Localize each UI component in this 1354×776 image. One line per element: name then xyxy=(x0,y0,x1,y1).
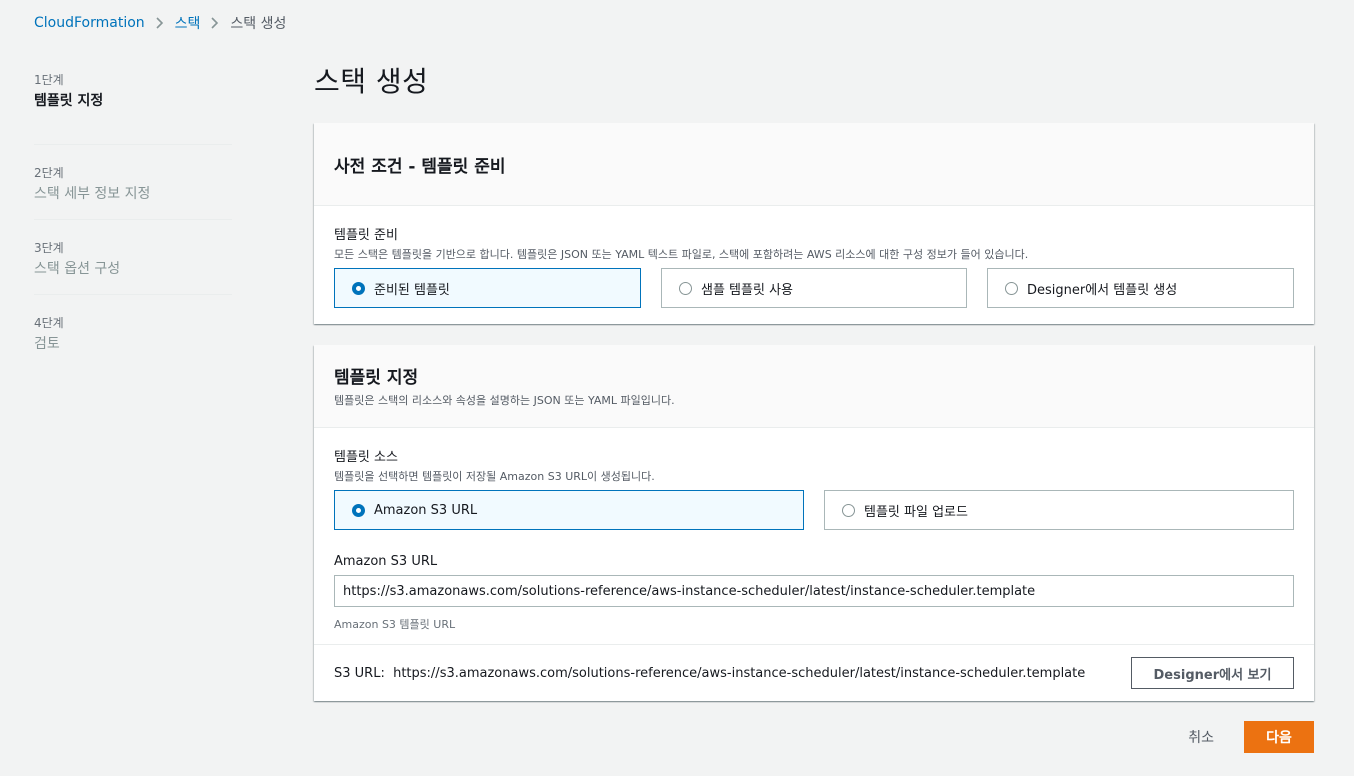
option-template-ready[interactable]: 준비된 템플릿 xyxy=(334,268,641,308)
s3-url-label: S3 URL: xyxy=(334,665,385,681)
step-title: 스택 옵션 구성 xyxy=(34,261,121,277)
option-label: 템플릿 파일 업로드 xyxy=(864,504,968,520)
radio-selected-icon[interactable] xyxy=(352,503,365,517)
step-title: 검토 xyxy=(34,336,60,352)
option-sample-template[interactable]: 샘플 템플릿 사용 xyxy=(661,268,967,308)
panel-title: 템플릿 지정 xyxy=(334,368,419,388)
view-in-designer-button[interactable]: Designer에서 보기 xyxy=(1131,657,1294,689)
chevron-right-icon xyxy=(211,17,219,29)
wizard-actions: 취소 다음 xyxy=(1188,721,1314,753)
wizard-step-3: 3단계 스택 옵션 구성 xyxy=(34,220,232,295)
s3-url-input[interactable]: https://s3.amazonaws.com/solutions-refer… xyxy=(334,575,1294,607)
s3-url-value: https://s3.amazonaws.com/solutions-refer… xyxy=(393,665,1086,681)
breadcrumb-cloudformation[interactable]: CloudFormation xyxy=(34,15,145,31)
option-amazon-s3-url[interactable]: Amazon S3 URL xyxy=(334,490,804,530)
panel-header: 템플릿 지정 템플릿은 스택의 리소스와 속성을 설명하는 JSON 또는 YA… xyxy=(314,345,1314,428)
s3-url-text: S3 URL: https://s3.amazonaws.com/solutio… xyxy=(334,666,1085,681)
field-label: 템플릿 소스 xyxy=(334,450,398,465)
chevron-right-icon xyxy=(156,17,164,29)
option-label: 샘플 템플릿 사용 xyxy=(701,282,793,298)
option-label: Designer에서 템플릿 생성 xyxy=(1027,282,1178,298)
option-label: 준비된 템플릿 xyxy=(374,282,450,298)
panel-title: 사전 조건 - 템플릿 준비 xyxy=(334,156,506,177)
step-title: 스택 세부 정보 지정 xyxy=(34,186,151,202)
field-label: 템플릿 준비 xyxy=(334,228,398,243)
wizard-step-1: 1단계 템플릿 지정 xyxy=(34,70,232,145)
step-number: 4단계 xyxy=(34,316,64,330)
wizard-steps: 1단계 템플릿 지정 2단계 스택 세부 정보 지정 3단계 스택 옵션 구성 … xyxy=(34,70,232,370)
page-title: 스택 생성 xyxy=(314,65,429,98)
prepare-template-options: 준비된 템플릿 샘플 템플릿 사용 Designer에서 템플릿 생성 xyxy=(334,268,1294,308)
option-designer-template[interactable]: Designer에서 템플릿 생성 xyxy=(987,268,1294,308)
radio-icon[interactable] xyxy=(679,281,692,295)
wizard-step-2: 2단계 스택 세부 정보 지정 xyxy=(34,145,232,220)
panel-description: 템플릿은 스택의 리소스와 속성을 설명하는 JSON 또는 YAML 파일입니… xyxy=(334,394,675,407)
s3-url-summary: S3 URL: https://s3.amazonaws.com/solutio… xyxy=(314,644,1314,701)
url-field-label: Amazon S3 URL xyxy=(334,554,438,569)
template-source-options: Amazon S3 URL 템플릿 파일 업로드 xyxy=(334,490,1294,530)
specify-template-panel: 템플릿 지정 템플릿은 스택의 리소스와 속성을 설명하는 JSON 또는 YA… xyxy=(314,345,1314,701)
step-number: 3단계 xyxy=(34,241,64,255)
prepare-template-field: 템플릿 준비 모든 스택은 템플릿을 기반으로 합니다. 템플릿은 JSON 또… xyxy=(314,206,1314,308)
step-title: 템플릿 지정 xyxy=(34,93,104,109)
breadcrumb: CloudFormation 스택 스택 생성 xyxy=(34,13,286,33)
field-description: 템플릿을 선택하면 템플릿이 저장될 Amazon S3 URL이 생성됩니다. xyxy=(334,470,655,483)
option-upload-template-file[interactable]: 템플릿 파일 업로드 xyxy=(824,490,1294,530)
step-number: 2단계 xyxy=(34,166,64,180)
radio-icon[interactable] xyxy=(842,503,855,517)
radio-icon[interactable] xyxy=(1005,281,1018,295)
wizard-step-4: 4단계 검토 xyxy=(34,295,232,370)
template-source-field: 템플릿 소스 템플릿을 선택하면 템플릿이 저장될 Amazon S3 URL이… xyxy=(314,428,1314,644)
breadcrumb-current: 스택 생성 xyxy=(230,16,287,32)
radio-selected-icon[interactable] xyxy=(352,281,365,295)
option-label: Amazon S3 URL xyxy=(374,502,478,518)
cancel-button[interactable]: 취소 xyxy=(1188,727,1214,747)
prerequisite-panel: 사전 조건 - 템플릿 준비 템플릿 준비 모든 스택은 템플릿을 기반으로 합… xyxy=(314,123,1314,324)
field-description: 모든 스택은 템플릿을 기반으로 합니다. 템플릿은 JSON 또는 YAML … xyxy=(334,248,1029,261)
next-button[interactable]: 다음 xyxy=(1244,721,1314,753)
panel-header: 사전 조건 - 템플릿 준비 xyxy=(314,123,1314,206)
step-number: 1단계 xyxy=(34,73,64,87)
url-hint: Amazon S3 템플릿 URL xyxy=(334,618,456,631)
breadcrumb-stacks[interactable]: 스택 xyxy=(175,13,201,33)
